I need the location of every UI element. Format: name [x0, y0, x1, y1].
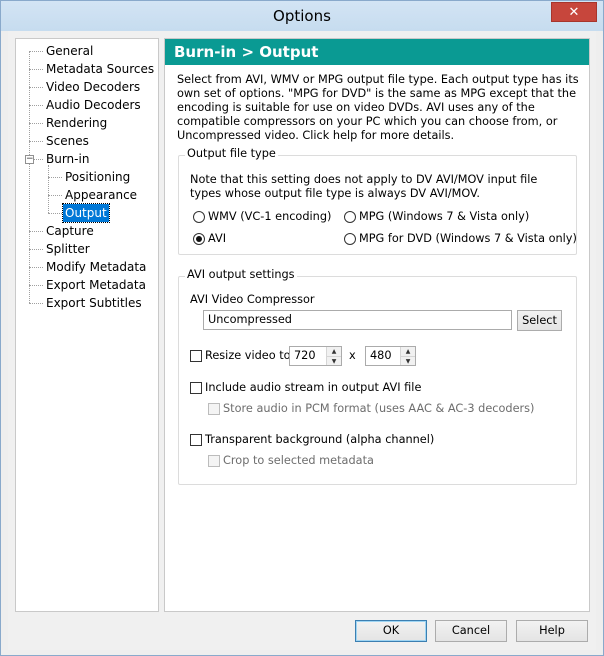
tree-item-video-decoders[interactable]: Video Decoders: [44, 78, 142, 96]
radio-avi-indicator[interactable]: [193, 233, 205, 245]
radio-mpg-dvd-indicator[interactable]: [344, 233, 356, 245]
radio-avi[interactable]: AVI: [193, 231, 226, 247]
crop-metadata-row: Crop to selected metadata: [208, 454, 374, 468]
radio-mpg-dvd[interactable]: MPG for DVD (Windows 7 & Vista only): [344, 231, 577, 247]
include-audio-label: Include audio stream in output AVI file: [205, 381, 422, 394]
tree-item-modify-metadata[interactable]: Modify Metadata: [44, 258, 148, 276]
radio-wmv-label: WMV (VC-1 encoding): [208, 210, 332, 223]
radio-mpg-label: MPG (Windows 7 & Vista only): [359, 210, 530, 223]
tree-item-output[interactable]: Output: [62, 203, 110, 223]
height-up-icon[interactable]: ▲: [401, 347, 415, 356]
collapse-burn-in-icon[interactable]: −: [25, 155, 34, 164]
tree-item-export-metadata[interactable]: Export Metadata: [44, 276, 148, 294]
intro-text: Select from AVI, WMV or MPG output file …: [177, 73, 579, 142]
avi-output-settings-title: AVI output settings: [185, 268, 297, 281]
crop-metadata-checkbox: [208, 455, 220, 467]
options-tree[interactable]: − General Metadata Sources Video Decoder…: [15, 38, 159, 612]
cancel-button[interactable]: Cancel: [435, 620, 507, 642]
height-down-icon[interactable]: ▼: [401, 356, 415, 365]
resize-video-checkbox-row[interactable]: Resize video to: [190, 349, 291, 363]
tree-item-rendering[interactable]: Rendering: [44, 114, 109, 132]
tree-item-metadata-sources[interactable]: Metadata Sources: [44, 60, 156, 78]
resize-width-value[interactable]: 720: [294, 349, 316, 362]
pcm-audio-label: Store audio in PCM format (uses AAC & AC…: [223, 402, 535, 415]
options-window: Options ✕ − General Metadata Sources Vid…: [0, 0, 604, 656]
panel-header: Burn-in > Output: [165, 39, 589, 65]
ok-button[interactable]: OK: [355, 620, 427, 642]
pcm-audio-row: Store audio in PCM format (uses AAC & AC…: [208, 402, 534, 416]
tree-item-export-subtitles[interactable]: Export Subtitles: [44, 294, 144, 312]
width-up-icon[interactable]: ▲: [327, 347, 341, 356]
avi-compressor-field[interactable]: Uncompressed: [203, 310, 512, 330]
radio-wmv-indicator[interactable]: [193, 211, 205, 223]
avi-compressor-label: AVI Video Compressor: [190, 293, 315, 306]
tree-item-positioning[interactable]: Positioning: [63, 168, 132, 186]
output-file-type-group: Output file type Note that this setting …: [178, 147, 577, 255]
transparent-bg-label: Transparent background (alpha channel): [205, 433, 435, 446]
title-bar: Options ✕: [1, 1, 603, 31]
tree-item-scenes[interactable]: Scenes: [44, 132, 91, 150]
window-title: Options: [273, 7, 331, 25]
radio-mpg-indicator[interactable]: [344, 211, 356, 223]
resize-video-label: Resize video to: [205, 349, 291, 362]
crop-metadata-label: Crop to selected metadata: [223, 454, 374, 467]
resize-video-checkbox[interactable]: [190, 350, 202, 362]
include-audio-checkbox[interactable]: [190, 382, 202, 394]
resize-height-value[interactable]: 480: [370, 349, 392, 362]
output-file-type-title: Output file type: [185, 147, 278, 160]
select-compressor-button[interactable]: Select: [517, 310, 562, 331]
output-type-note: Note that this setting does not apply to…: [190, 173, 538, 200]
tree-item-burn-in[interactable]: Burn-in: [44, 150, 91, 168]
radio-avi-label: AVI: [208, 232, 227, 245]
resize-height-spinner[interactable]: 480 ▲ ▼: [365, 346, 416, 366]
avi-output-settings-group: AVI output settings AVI Video Compressor…: [178, 268, 577, 485]
radio-mpg-dvd-label: MPG for DVD (Windows 7 & Vista only): [359, 232, 577, 245]
tree-item-capture[interactable]: Capture: [44, 222, 96, 240]
resize-width-spinner[interactable]: 720 ▲ ▼: [289, 346, 342, 366]
transparent-bg-checkbox[interactable]: [190, 434, 202, 446]
tree-item-audio-decoders[interactable]: Audio Decoders: [44, 96, 143, 114]
settings-panel: Burn-in > Output Select from AVI, WMV or…: [164, 38, 590, 612]
tree-item-appearance[interactable]: Appearance: [63, 186, 139, 204]
dialog-client-area: − General Metadata Sources Video Decoder…: [8, 31, 596, 650]
radio-mpg[interactable]: MPG (Windows 7 & Vista only): [344, 209, 529, 225]
tree-item-splitter[interactable]: Splitter: [44, 240, 92, 258]
pcm-audio-checkbox: [208, 403, 220, 415]
resize-by-label: x: [349, 349, 356, 362]
transparent-bg-row[interactable]: Transparent background (alpha channel): [190, 433, 434, 447]
width-down-icon[interactable]: ▼: [327, 356, 341, 365]
help-button[interactable]: Help: [516, 620, 588, 642]
close-button[interactable]: ✕: [551, 2, 597, 22]
include-audio-row[interactable]: Include audio stream in output AVI file: [190, 381, 421, 395]
radio-wmv[interactable]: WMV (VC-1 encoding): [193, 209, 331, 225]
tree-item-general[interactable]: General: [44, 42, 95, 60]
